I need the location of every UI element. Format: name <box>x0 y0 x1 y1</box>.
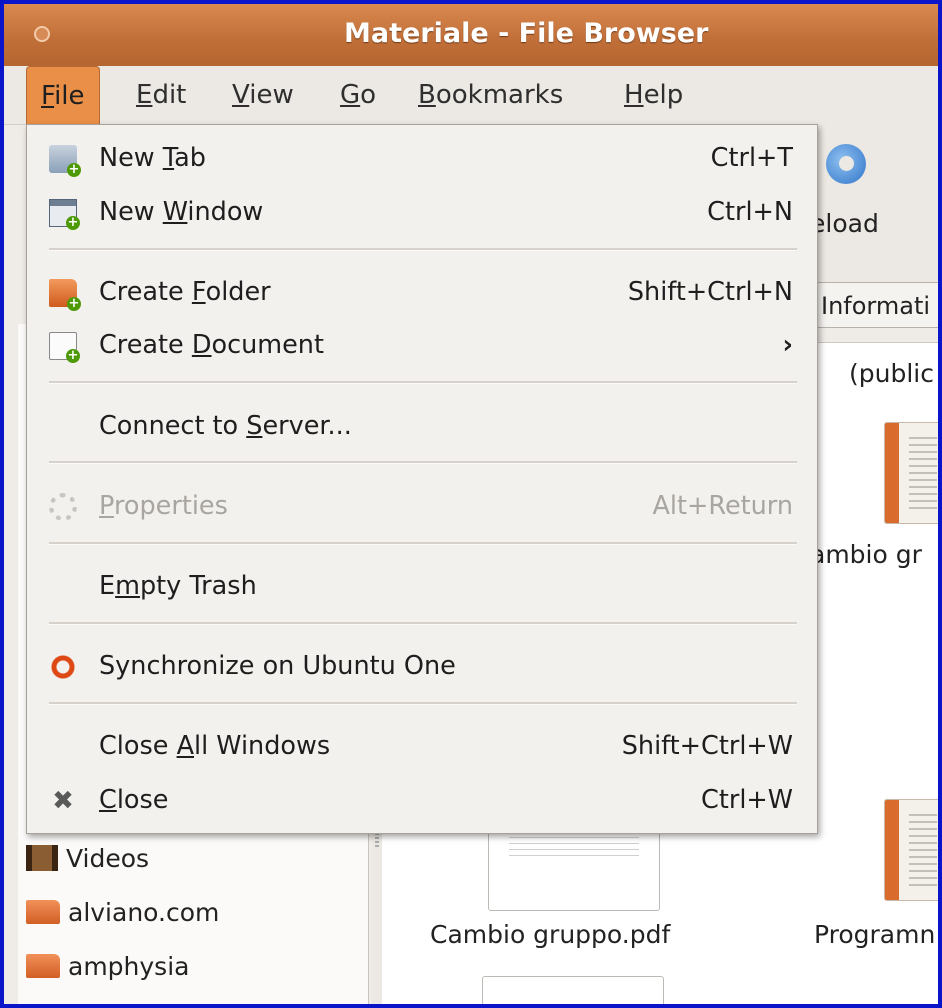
menu-bookmarks[interactable]: Bookmarks <box>404 66 577 124</box>
sidebar-item-alviano[interactable]: alviano.com <box>26 898 219 934</box>
menu-separator <box>49 702 797 705</box>
folder-icon <box>26 954 60 978</box>
folder-icon <box>26 900 60 924</box>
new-tab-icon: + <box>49 145 81 177</box>
menu-item-close[interactable]: ✖ Close Ctrl+W <box>27 775 817 827</box>
file-label-programm[interactable]: Programn <box>814 920 935 949</box>
menu-view[interactable]: View <box>218 66 308 124</box>
ubuntu-one-icon <box>49 653 77 681</box>
sidebar-item-videos[interactable]: Videos <box>26 844 149 880</box>
menu-edit[interactable]: Edit <box>122 66 200 124</box>
shortcut-label: Shift+Ctrl+N <box>627 277 793 307</box>
menu-file[interactable]: File <box>26 66 100 124</box>
menu-separator <box>49 542 797 545</box>
menu-bar: File Edit View Go Bookmarks Help <box>4 66 938 125</box>
shortcut-label: Ctrl+W <box>701 785 793 815</box>
menu-item-create-document[interactable]: + Create Document › <box>27 320 817 372</box>
menu-separator <box>49 622 797 625</box>
title-bar[interactable]: Materiale - File Browser <box>4 4 938 66</box>
menu-item-new-tab[interactable]: + New Tab Ctrl+T <box>27 133 817 185</box>
reload-button-label[interactable]: eload <box>810 209 879 238</box>
shortcut-label: Ctrl+T <box>710 143 793 173</box>
menu-item-create-folder[interactable]: + Create Folder Shift+Ctrl+N <box>27 267 817 319</box>
document-file-icon[interactable] <box>884 422 938 524</box>
file-browser-window: Materiale - File Browser File Edit View … <box>4 4 938 1004</box>
folder-label: (public <box>849 359 934 388</box>
shortcut-label: Alt+Return <box>652 491 793 521</box>
menu-item-empty-trash[interactable]: Empty Trash <box>27 561 817 613</box>
reload-icon[interactable] <box>826 144 866 184</box>
menu-item-connect-to-server[interactable]: Connect to Server... <box>27 401 817 453</box>
file-thumbnail[interactable] <box>482 976 664 1004</box>
new-window-icon: + <box>49 199 80 230</box>
file-label-cambio-gruppo[interactable]: Cambio gruppo.pdf <box>430 920 670 949</box>
window-title: Materiale - File Browser <box>344 18 709 49</box>
videos-folder-icon <box>26 845 58 871</box>
toolbar <box>806 124 938 289</box>
window-close-button[interactable] <box>34 26 50 42</box>
tab-information[interactable]: Informati <box>814 282 938 328</box>
menu-help[interactable]: Help <box>610 66 697 124</box>
sidebar-item-amphysia[interactable]: amphysia <box>26 952 189 988</box>
menu-separator <box>49 248 797 251</box>
menu-separator <box>49 381 797 384</box>
menu-item-new-window[interactable]: + New Window Ctrl+N <box>27 187 817 239</box>
submenu-arrow-icon: › <box>782 330 793 360</box>
menu-go[interactable]: Go <box>326 66 390 124</box>
menu-item-sync-ubuntu-one[interactable]: Synchronize on Ubuntu One <box>27 641 817 693</box>
properties-gear-icon <box>49 493 77 521</box>
menu-separator <box>49 461 797 464</box>
shortcut-label: Ctrl+N <box>707 197 793 227</box>
file-menu-dropdown: + New Tab Ctrl+T + New Window Ctrl+N + C… <box>26 124 818 834</box>
close-x-icon: ✖ <box>52 786 74 816</box>
new-folder-icon: + <box>49 279 81 311</box>
menu-item-close-all-windows[interactable]: Close All Windows Shift+Ctrl+W <box>27 721 817 773</box>
document-file-icon[interactable] <box>884 799 938 901</box>
menu-item-properties: Properties Alt+Return <box>27 481 817 533</box>
file-label[interactable]: ambio gr <box>810 540 922 569</box>
shortcut-label: Shift+Ctrl+W <box>621 731 793 761</box>
new-document-icon: + <box>49 332 80 363</box>
